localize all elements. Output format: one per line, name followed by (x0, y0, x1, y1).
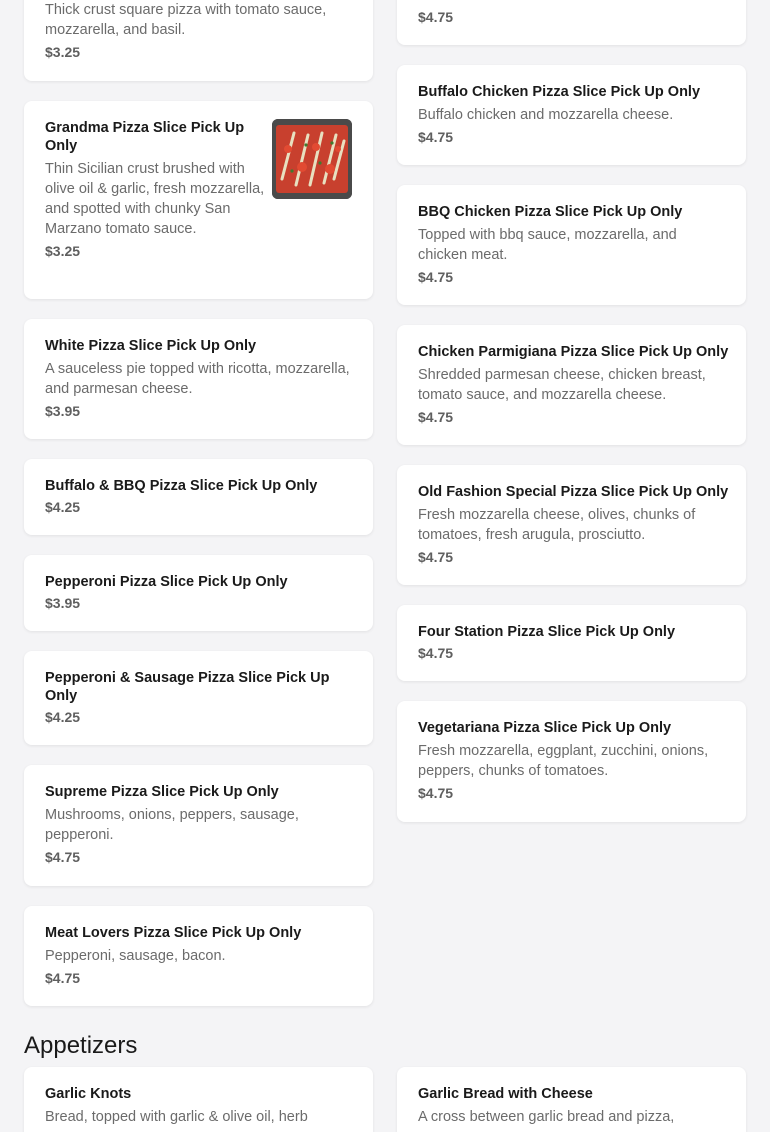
menu-item-card-four-station[interactable]: Four Station Pizza Slice Pick Up Only $4… (397, 605, 746, 681)
menu-item-card[interactable]: $4.75 (397, 0, 746, 45)
menu-item-card-chicken-parmigiana[interactable]: Chicken Parmigiana Pizza Slice Pick Up O… (397, 325, 746, 445)
menu-item-card[interactable]: Thick crust square pizza with tomato sau… (24, 0, 373, 81)
menu-item-price: $3.25 (45, 44, 81, 60)
menu-item-text: Buffalo & BBQ Pizza Slice Pick Up Only $… (45, 477, 352, 516)
menu-item-name: Buffalo & BBQ Pizza Slice Pick Up Only (45, 478, 318, 494)
menu-item-price: $4.75 (45, 970, 81, 986)
menu-item-price: $3.95 (45, 403, 81, 419)
section-title-appetizers: Appetizers (24, 1032, 138, 1059)
menu-item-price: $3.95 (45, 595, 81, 611)
menu-item-description: Fresh mozzarella, eggplant, zucchini, on… (418, 743, 709, 779)
menu-item-description: Mushrooms, onions, peppers, sausage, pep… (45, 807, 299, 843)
menu-item-text: Old Fashion Special Pizza Slice Pick Up … (418, 483, 729, 566)
menu-item-text: Garlic Bread with Cheese A cross between… (418, 1085, 725, 1127)
menu-item-name: Pepperoni Pizza Slice Pick Up Only (45, 574, 288, 590)
menu-item-price: $3.25 (45, 243, 81, 259)
menu-item-description: A sauceless pie topped with ricotta, moz… (45, 361, 350, 397)
menu-item-name: Four Station Pizza Slice Pick Up Only (418, 624, 676, 640)
menu-item-card-grandma[interactable]: Grandma Pizza Slice Pick Up Only Thin Si… (24, 101, 373, 299)
menu-item-name: Vegetariana Pizza Slice Pick Up Only (418, 720, 672, 736)
menu-item-text: Buffalo Chicken Pizza Slice Pick Up Only… (418, 83, 725, 146)
menu-item-name: Garlic Bread with Cheese (418, 1086, 593, 1102)
menu-item-text: $4.75 (418, 8, 725, 26)
menu-item-name: Garlic Knots (45, 1086, 132, 1102)
menu-item-name: Old Fashion Special Pizza Slice Pick Up … (418, 484, 729, 500)
menu-item-card-garlic-knots[interactable]: Garlic Knots Bread, topped with garlic &… (24, 1067, 373, 1132)
menu-item-name: Chicken Parmigiana Pizza Slice Pick Up O… (418, 344, 729, 360)
menu-item-name: Meat Lovers Pizza Slice Pick Up Only (45, 925, 302, 941)
menu-item-card-pepperoni[interactable]: Pepperoni Pizza Slice Pick Up Only $3.95 (24, 555, 373, 631)
menu-item-description: Fresh mozzarella cheese, olives, chunks … (418, 507, 696, 543)
menu-item-text: Chicken Parmigiana Pizza Slice Pick Up O… (418, 343, 729, 426)
menu-item-price: $4.75 (45, 849, 81, 865)
menu-item-text: Pepperoni & Sausage Pizza Slice Pick Up … (45, 669, 352, 726)
menu-item-card-white[interactable]: White Pizza Slice Pick Up Only A saucele… (24, 319, 373, 439)
menu-item-text: Meat Lovers Pizza Slice Pick Up Only Pep… (45, 924, 352, 987)
menu-item-text: Supreme Pizza Slice Pick Up Only Mushroo… (45, 783, 352, 866)
menu-item-price: $4.25 (45, 499, 81, 515)
menu-item-price: $4.75 (418, 129, 454, 145)
menu-item-price: $4.75 (418, 269, 454, 285)
menu-item-card-buffalo-bbq[interactable]: Buffalo & BBQ Pizza Slice Pick Up Only $… (24, 459, 373, 535)
menu-item-card-bbq-chicken[interactable]: BBQ Chicken Pizza Slice Pick Up Only Top… (397, 185, 746, 305)
menu-item-card-buffalo-chicken[interactable]: Buffalo Chicken Pizza Slice Pick Up Only… (397, 65, 746, 165)
menu-item-description: Thin Sicilian crust brushed with olive o… (45, 161, 265, 237)
menu-item-name: Supreme Pizza Slice Pick Up Only (45, 784, 279, 800)
menu-item-name: Grandma Pizza Slice Pick Up Only (45, 120, 245, 154)
menu-item-name: White Pizza Slice Pick Up Only (45, 338, 257, 354)
menu-item-text: Grandma Pizza Slice Pick Up Only Thin Si… (45, 119, 265, 260)
menu-item-description: Thick crust square pizza with tomato sau… (45, 2, 327, 38)
menu-item-card-pepperoni-sausage[interactable]: Pepperoni & Sausage Pizza Slice Pick Up … (24, 651, 373, 745)
menu-page: Thick crust square pizza with tomato sau… (0, 0, 770, 1132)
menu-item-name: Buffalo Chicken Pizza Slice Pick Up Only (418, 84, 701, 100)
menu-item-description: Pepperoni, sausage, bacon. (45, 948, 226, 964)
menu-item-text: Thick crust square pizza with tomato sau… (45, 0, 352, 61)
grandma-pizza-photo (272, 119, 352, 199)
menu-item-description: A cross between garlic bread and pizza, (418, 1109, 675, 1125)
menu-item-price: $4.75 (418, 645, 454, 661)
menu-item-description: Shredded parmesan cheese, chicken breast… (418, 367, 706, 403)
menu-item-text: Vegetariana Pizza Slice Pick Up Only Fre… (418, 719, 725, 802)
menu-item-text: White Pizza Slice Pick Up Only A saucele… (45, 337, 352, 420)
menu-item-description: Buffalo chicken and mozzarella cheese. (418, 107, 674, 123)
menu-item-price: $4.25 (45, 709, 81, 725)
menu-item-price: $4.75 (418, 549, 454, 565)
menu-item-price: $4.75 (418, 409, 454, 425)
menu-item-card-old-fashion[interactable]: Old Fashion Special Pizza Slice Pick Up … (397, 465, 746, 585)
menu-item-text: BBQ Chicken Pizza Slice Pick Up Only Top… (418, 203, 725, 286)
menu-item-card-vegetariana[interactable]: Vegetariana Pizza Slice Pick Up Only Fre… (397, 701, 746, 822)
menu-item-text: Four Station Pizza Slice Pick Up Only $4… (418, 623, 725, 662)
menu-item-price: $4.75 (418, 785, 454, 801)
menu-item-price: $4.75 (418, 9, 454, 25)
menu-item-text: Garlic Knots Bread, topped with garlic &… (45, 1085, 352, 1127)
menu-item-card-garlic-bread-cheese[interactable]: Garlic Bread with Cheese A cross between… (397, 1067, 746, 1132)
menu-item-card-meat-lovers[interactable]: Meat Lovers Pizza Slice Pick Up Only Pep… (24, 906, 373, 1006)
menu-item-text: Pepperoni Pizza Slice Pick Up Only $3.95 (45, 573, 352, 612)
menu-item-description: Topped with bbq sauce, mozzarella, and c… (418, 227, 677, 263)
menu-item-card-supreme[interactable]: Supreme Pizza Slice Pick Up Only Mushroo… (24, 765, 373, 886)
menu-item-name: Pepperoni & Sausage Pizza Slice Pick Up … (45, 670, 330, 704)
menu-item-description: Bread, topped with garlic & olive oil, h… (45, 1109, 308, 1125)
menu-item-name: BBQ Chicken Pizza Slice Pick Up Only (418, 204, 683, 220)
